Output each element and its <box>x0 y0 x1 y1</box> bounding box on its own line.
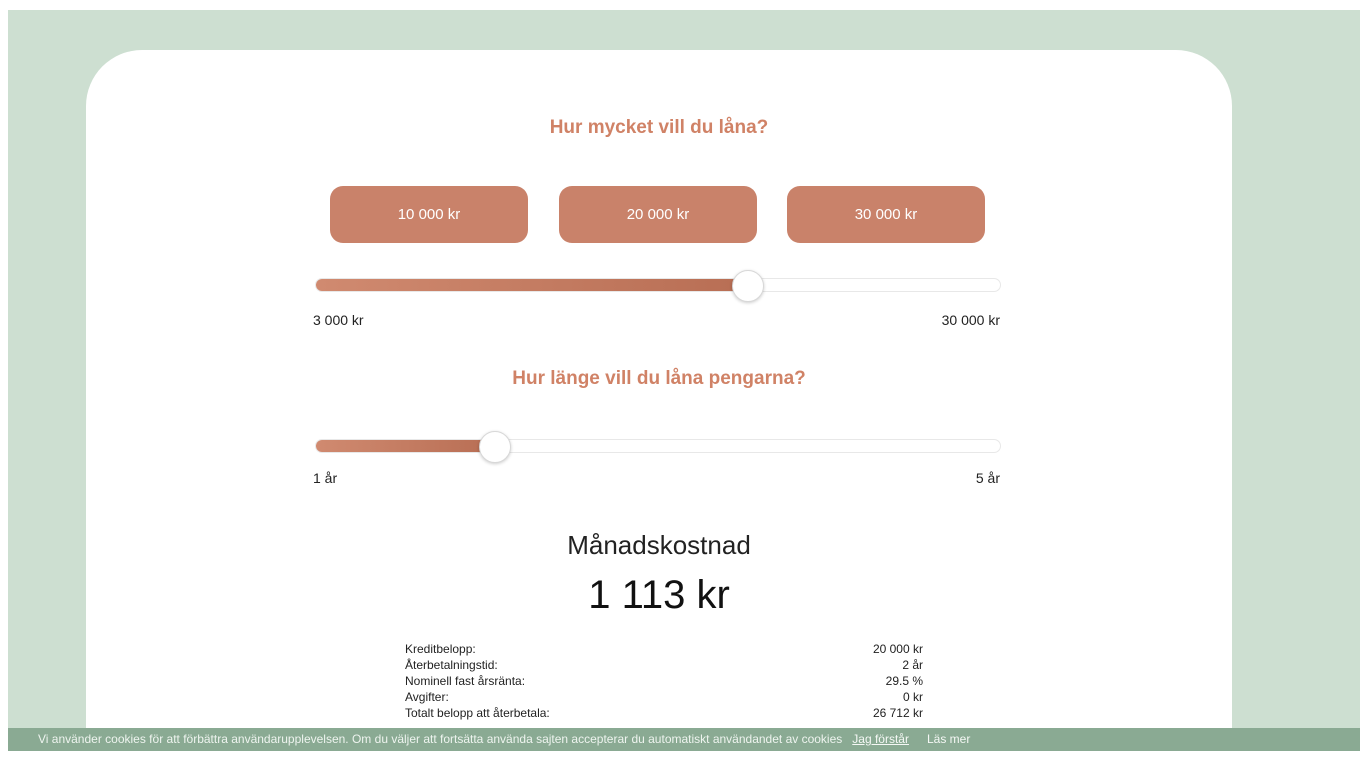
loan-details: Kreditbelopp: 20 000 kr Återbetalningsti… <box>405 641 923 721</box>
cookie-accept-link[interactable]: Jag förstår <box>852 732 909 746</box>
amount-slider[interactable] <box>315 270 1001 302</box>
detail-label: Avgifter: <box>405 690 449 704</box>
detail-label: Nominell fast årsränta: <box>405 674 526 688</box>
detail-row: Kreditbelopp: 20 000 kr <box>405 641 923 657</box>
amount-max-label: 30 000 kr <box>941 312 1000 328</box>
amount-preset-10000-button[interactable]: 10 000 kr <box>330 186 528 243</box>
amount-slider-fill <box>316 279 747 291</box>
detail-label: Kreditbelopp: <box>405 642 476 656</box>
cookie-banner: Vi använder cookies för att förbättra an… <box>8 728 1360 751</box>
cookie-read-more-link[interactable]: Läs mer <box>927 732 970 746</box>
amount-slider-handle[interactable] <box>732 270 764 302</box>
detail-value: 29.5 % <box>885 674 923 688</box>
cookie-banner-text: Vi använder cookies för att förbättra an… <box>38 732 843 746</box>
duration-slider[interactable] <box>315 431 1001 463</box>
amount-heading: Hur mycket vill du låna? <box>549 117 769 138</box>
monthly-cost-value: 1 113 kr <box>588 573 730 617</box>
detail-row: Avgifter: 0 kr <box>405 689 923 705</box>
amount-preset-30000-button[interactable]: 30 000 kr <box>787 186 985 243</box>
duration-slider-fill <box>316 440 494 452</box>
detail-value: 0 kr <box>902 690 923 704</box>
amount-preset-20000-button[interactable]: 20 000 kr <box>559 186 757 243</box>
duration-max-label: 5 år <box>975 470 1000 486</box>
duration-heading: Hur länge vill du låna pengarna? <box>512 368 806 389</box>
monthly-cost-title: Månadskostnad <box>567 530 751 560</box>
detail-label: Totalt belopp att återbetala: <box>405 706 550 720</box>
loan-calculator-card: Hur mycket vill du låna? 10 000 kr 20 00… <box>86 50 1232 770</box>
duration-min-label: 1 år <box>313 470 338 486</box>
detail-value: 20 000 kr <box>872 642 923 656</box>
amount-min-label: 3 000 kr <box>313 312 364 328</box>
detail-value: 26 712 kr <box>872 706 923 720</box>
detail-row: Återbetalningstid: 2 år <box>405 657 923 673</box>
detail-label: Återbetalningstid: <box>405 658 498 672</box>
detail-row: Totalt belopp att återbetala: 26 712 kr <box>405 705 923 721</box>
detail-value: 2 år <box>902 658 923 672</box>
duration-slider-handle[interactable] <box>479 431 511 463</box>
detail-row: Nominell fast årsränta: 29.5 % <box>405 673 923 689</box>
